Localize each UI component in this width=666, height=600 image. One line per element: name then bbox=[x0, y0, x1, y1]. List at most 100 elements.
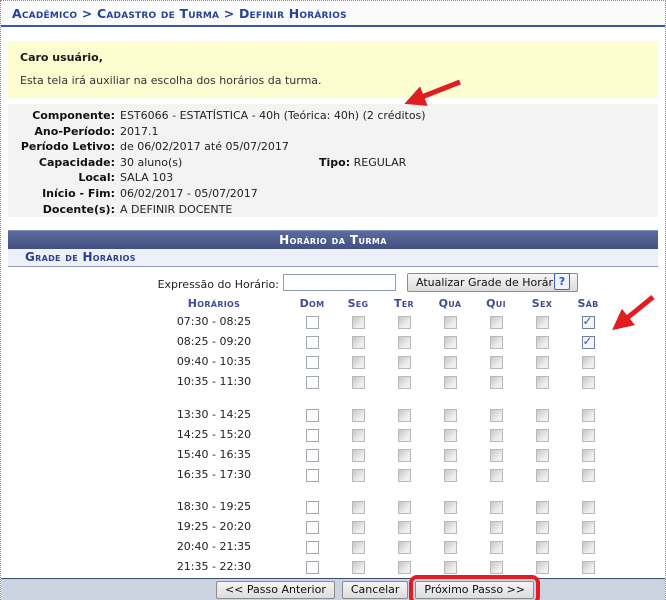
schedule-checkbox[interactable] bbox=[444, 521, 457, 534]
schedule-checkbox[interactable] bbox=[490, 501, 503, 514]
schedule-checkbox[interactable] bbox=[536, 469, 549, 482]
schedule-checkbox[interactable] bbox=[536, 501, 549, 514]
schedule-checkbox[interactable] bbox=[444, 409, 457, 422]
schedule-checkbox[interactable] bbox=[536, 316, 549, 329]
schedule-checkbox[interactable] bbox=[306, 541, 319, 554]
schedule-checkbox[interactable] bbox=[398, 501, 411, 514]
definir-horarios-page: Acadêmico > Cadastro de Turma > Definir … bbox=[0, 0, 666, 600]
schedule-checkbox[interactable] bbox=[306, 501, 319, 514]
schedule-checkbox[interactable] bbox=[490, 336, 503, 349]
schedule-checkbox[interactable] bbox=[352, 429, 365, 442]
schedule-checkbox[interactable] bbox=[582, 356, 595, 369]
schedule-checkbox[interactable] bbox=[352, 521, 365, 534]
schedule-checkbox[interactable] bbox=[306, 561, 319, 574]
schedule-checkbox[interactable] bbox=[490, 316, 503, 329]
schedule-checkbox[interactable] bbox=[398, 449, 411, 462]
day-header: Qui bbox=[473, 295, 519, 311]
schedule-checkbox[interactable] bbox=[352, 409, 365, 422]
schedule-checkbox[interactable] bbox=[490, 376, 503, 389]
schedule-checkbox[interactable] bbox=[582, 449, 595, 462]
schedule-checkbox[interactable] bbox=[444, 336, 457, 349]
schedule-checkbox[interactable] bbox=[536, 376, 549, 389]
help-icon[interactable]: ? bbox=[554, 273, 570, 290]
schedule-checkbox[interactable] bbox=[398, 561, 411, 574]
schedule-checkbox[interactable] bbox=[352, 449, 365, 462]
schedule-checkbox[interactable] bbox=[582, 469, 595, 482]
day-header: Ter bbox=[381, 295, 427, 311]
schedule-checkbox[interactable] bbox=[398, 541, 411, 554]
schedule-checkbox[interactable] bbox=[582, 409, 595, 422]
schedule-checkbox[interactable] bbox=[444, 501, 457, 514]
schedule-checkbox[interactable] bbox=[490, 561, 503, 574]
schedule-checkbox[interactable] bbox=[352, 561, 365, 574]
schedule-checkbox[interactable] bbox=[398, 429, 411, 442]
schedule-checkbox[interactable] bbox=[490, 469, 503, 482]
next-step-button[interactable]: Próximo Passo >> bbox=[415, 581, 534, 599]
schedule-checkbox[interactable] bbox=[490, 429, 503, 442]
schedule-checkbox[interactable] bbox=[444, 316, 457, 329]
schedule-checkbox[interactable] bbox=[490, 521, 503, 534]
schedule-checkbox[interactable] bbox=[306, 449, 319, 462]
schedule-checkbox[interactable] bbox=[490, 541, 503, 554]
update-grid-button[interactable]: Atualizar Grade de Horários bbox=[407, 273, 578, 292]
schedule-checkbox[interactable] bbox=[398, 336, 411, 349]
schedule-checkbox[interactable] bbox=[306, 376, 319, 389]
checkbox-cell bbox=[335, 444, 381, 464]
schedule-checkbox[interactable] bbox=[306, 409, 319, 422]
detail-value: EST6066 - ESTATÍSTICA - 40h (Teórica: 40… bbox=[120, 109, 426, 122]
schedule-checkbox[interactable] bbox=[306, 356, 319, 369]
schedule-checkbox[interactable] bbox=[352, 501, 365, 514]
schedule-checkbox[interactable] bbox=[536, 541, 549, 554]
schedule-checkbox[interactable] bbox=[536, 409, 549, 422]
schedule-checkbox[interactable] bbox=[582, 316, 595, 329]
schedule-checkbox[interactable] bbox=[582, 429, 595, 442]
schedule-checkbox[interactable] bbox=[352, 376, 365, 389]
schedule-checkbox[interactable] bbox=[444, 449, 457, 462]
schedule-checkbox[interactable] bbox=[536, 336, 549, 349]
schedule-checkbox[interactable] bbox=[490, 449, 503, 462]
schedule-checkbox[interactable] bbox=[306, 521, 319, 534]
schedule-checkbox[interactable] bbox=[536, 449, 549, 462]
schedule-checkbox[interactable] bbox=[536, 356, 549, 369]
schedule-checkbox[interactable] bbox=[306, 429, 319, 442]
schedule-checkbox[interactable] bbox=[490, 409, 503, 422]
schedule-checkbox[interactable] bbox=[444, 541, 457, 554]
breadcrumb[interactable]: Acadêmico > Cadastro de Turma > Definir … bbox=[1, 2, 665, 27]
schedule-checkbox[interactable] bbox=[582, 501, 595, 514]
schedule-checkbox[interactable] bbox=[444, 429, 457, 442]
checkbox-cell bbox=[335, 516, 381, 536]
schedule-checkbox[interactable] bbox=[582, 376, 595, 389]
schedule-checkbox[interactable] bbox=[306, 336, 319, 349]
expression-input[interactable] bbox=[283, 274, 396, 291]
schedule-checkbox[interactable] bbox=[398, 356, 411, 369]
schedule-checkbox[interactable] bbox=[444, 356, 457, 369]
schedule-checkbox[interactable] bbox=[352, 356, 365, 369]
cancel-button[interactable]: Cancelar bbox=[342, 581, 409, 599]
schedule-checkbox[interactable] bbox=[444, 376, 457, 389]
schedule-checkbox[interactable] bbox=[536, 429, 549, 442]
schedule-checkbox[interactable] bbox=[490, 356, 503, 369]
schedule-checkbox[interactable] bbox=[582, 336, 595, 349]
schedule-checkbox[interactable] bbox=[536, 521, 549, 534]
previous-step-button[interactable]: << Passo Anterior bbox=[216, 581, 335, 599]
schedule-checkbox[interactable] bbox=[352, 541, 365, 554]
time-slot-label: 07:30 - 08:25 bbox=[139, 311, 289, 331]
time-slot-label: 18:30 - 19:25 bbox=[139, 496, 289, 516]
schedule-checkbox[interactable] bbox=[352, 316, 365, 329]
schedule-checkbox[interactable] bbox=[398, 521, 411, 534]
schedule-checkbox[interactable] bbox=[444, 561, 457, 574]
schedule-checkbox[interactable] bbox=[398, 316, 411, 329]
schedule-checkbox[interactable] bbox=[582, 521, 595, 534]
schedule-checkbox[interactable] bbox=[582, 541, 595, 554]
schedule-checkbox[interactable] bbox=[352, 469, 365, 482]
schedule-checkbox[interactable] bbox=[352, 336, 365, 349]
schedule-checkbox[interactable] bbox=[306, 316, 319, 329]
schedule-checkbox[interactable] bbox=[398, 409, 411, 422]
checkbox-cell bbox=[335, 331, 381, 351]
schedule-checkbox[interactable] bbox=[306, 469, 319, 482]
schedule-checkbox[interactable] bbox=[398, 376, 411, 389]
schedule-checkbox[interactable] bbox=[582, 561, 595, 574]
schedule-checkbox[interactable] bbox=[536, 561, 549, 574]
schedule-checkbox[interactable] bbox=[444, 469, 457, 482]
schedule-checkbox[interactable] bbox=[398, 469, 411, 482]
